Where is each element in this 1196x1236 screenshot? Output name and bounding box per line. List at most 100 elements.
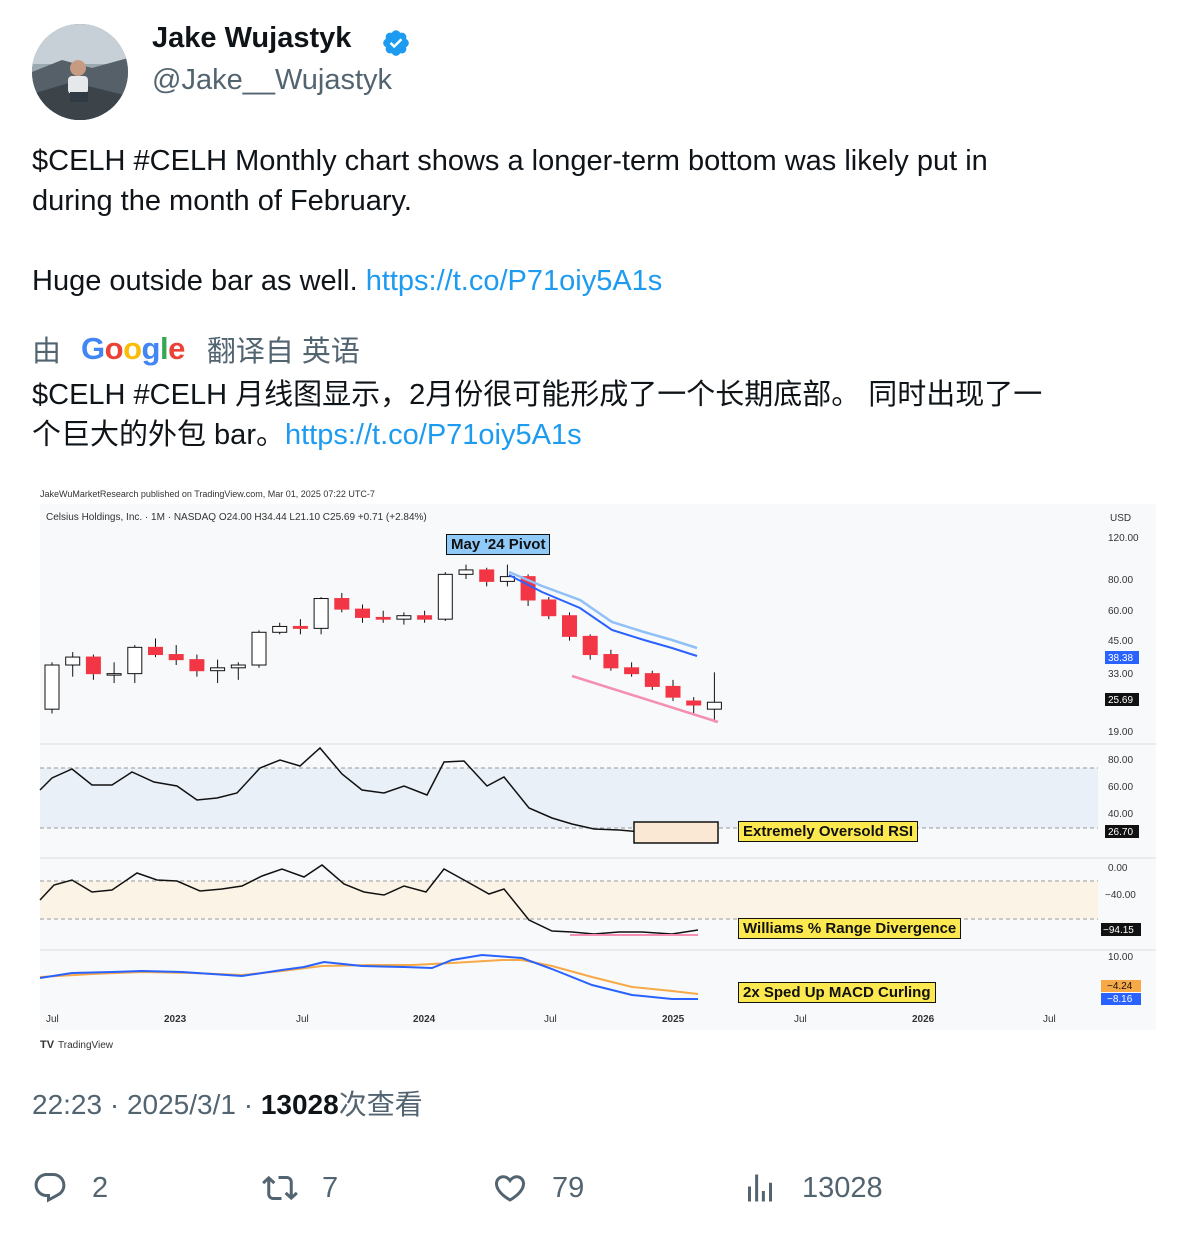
x-label: Jul [794,1014,807,1025]
reply-count: 2 [92,1171,109,1204]
retweet-icon [262,1175,298,1201]
x-label: 2024 [413,1014,436,1025]
author-name[interactable]: Jake Wujastyk [152,22,351,55]
x-label: Jul [544,1014,557,1025]
chart-symbol-line: Celsius Holdings, Inc. · 1M · NASDAQ O24… [46,512,427,523]
candle-body [189,659,205,672]
candle-body [562,615,577,637]
translated-link[interactable]: https://t.co/P71oiy5A1s [285,419,582,451]
candle-body [313,598,329,629]
wr-tick: 0.00 [1108,863,1128,874]
candle-body [665,685,681,698]
ma-badge-text: 38.38 [1108,653,1133,664]
candle-body [85,656,101,675]
wr-badge-text: −94.15 [1103,925,1134,936]
rsi-tick: 60.00 [1108,782,1133,793]
chart-image[interactable]: JakeWuMarketResearch published on Tradin… [32,480,1164,1055]
candle-body [355,608,370,618]
rsi-tick: 80.00 [1108,755,1133,766]
candle-body [706,701,722,710]
tweet-time[interactable]: 22:23 · 2025/3/1 · [32,1089,261,1120]
chart-published: JakeWuMarketResearch published on Tradin… [40,489,375,499]
pivot-annotation: May '24 Pivot [446,534,551,555]
candle-body [437,573,453,620]
candle-body [272,625,288,633]
candle-body [417,615,433,620]
candle-body [251,631,267,666]
candle-body [686,700,702,706]
candle-body [644,673,660,687]
tweet-line-text: Huge outside bar as well. [32,265,366,297]
x-label: 2023 [164,1014,187,1025]
tweet-line: Huge outside bar as well. https://t.co/P… [32,261,1162,301]
like-button[interactable]: 79 [492,1168,584,1208]
price-tick: 80.00 [1108,575,1133,586]
analytics-icon [748,1174,772,1202]
candle-body [44,664,60,710]
candle-body [292,625,308,629]
x-label: 2025 [662,1014,685,1025]
rsi-band [40,768,1098,828]
x-label: Jul [46,1014,59,1025]
retweet-count: 7 [322,1171,339,1204]
reply-icon [34,1173,66,1203]
price-tick: 120.00 [1108,533,1139,544]
candle-body [375,616,391,620]
candle-body [582,635,598,656]
candle-body [210,667,226,672]
views-count: 13028 [260,1089,339,1120]
tradingview-logo-icon: TV [40,1039,55,1051]
candle-body [106,673,122,676]
verified-badge-icon [383,30,409,56]
candle-body [396,615,412,620]
candle-body [168,654,184,661]
price-tick: 45.00 [1108,636,1133,647]
author-handle[interactable]: @Jake__Wujastyk [152,64,392,97]
candle-body [624,667,640,675]
reply-button[interactable]: 2 [32,1168,108,1208]
wr-tick: −40.00 [1105,890,1136,901]
macd-badge-orange-text: −4.24 [1107,981,1133,992]
williams-annotation: Williams % Range Divergence [738,918,962,939]
wr-band [40,881,1098,919]
tweet-meta: 22:23 · 2025/3/1 · 13028次查看 [32,1083,423,1123]
rsi-highlight-box [633,821,719,844]
views-button[interactable]: 13028 [742,1168,883,1208]
tradingview-brand: TradingView [58,1040,114,1051]
translation-label: 由 Google 翻译自 英语 [32,328,360,370]
views-suffix: 次查看 [338,1089,423,1120]
price-tick: 33.00 [1108,669,1133,680]
heart-icon [494,1175,526,1202]
candle-body [230,664,246,669]
candle-body [65,656,81,666]
macd-tick: 10.00 [1108,952,1133,963]
chart-currency: USD [1110,513,1131,524]
x-label: Jul [1043,1014,1056,1025]
chart-background [40,504,1156,1030]
x-label: 2026 [912,1014,935,1025]
rsi-tick: 40.00 [1108,809,1133,820]
translation-by: 由 [32,336,62,368]
candle-body [541,599,557,617]
translated-line-text: 个巨大的外包 bar。 [32,419,285,451]
candle-body [334,598,350,610]
chart-svg: JakeWuMarketResearch published on Tradin… [39,489,1156,1051]
rsi-badge-text: 26.70 [1108,827,1133,838]
translation-from[interactable]: 翻译自 英语 [207,328,360,370]
candle-body [479,569,495,582]
candle-body [127,646,143,675]
macd-badge-blue-text: −8.16 [1107,994,1133,1005]
tweet-link[interactable]: https://t.co/P71oiy5A1s [366,265,663,297]
x-label: Jul [296,1014,309,1025]
macd-annotation: 2x Sped Up MACD Curling [738,982,936,1003]
candle-body [148,646,163,656]
rsi-annotation: Extremely Oversold RSI [738,821,919,842]
last-badge-text: 25.69 [1108,695,1133,706]
like-count: 79 [552,1171,585,1204]
price-tick: 60.00 [1108,606,1133,617]
google-logo: Google [81,331,185,366]
retweet-button[interactable]: 7 [262,1168,338,1208]
avatar[interactable] [32,24,128,120]
candle-body [603,654,619,669]
candle-body [458,569,474,575]
